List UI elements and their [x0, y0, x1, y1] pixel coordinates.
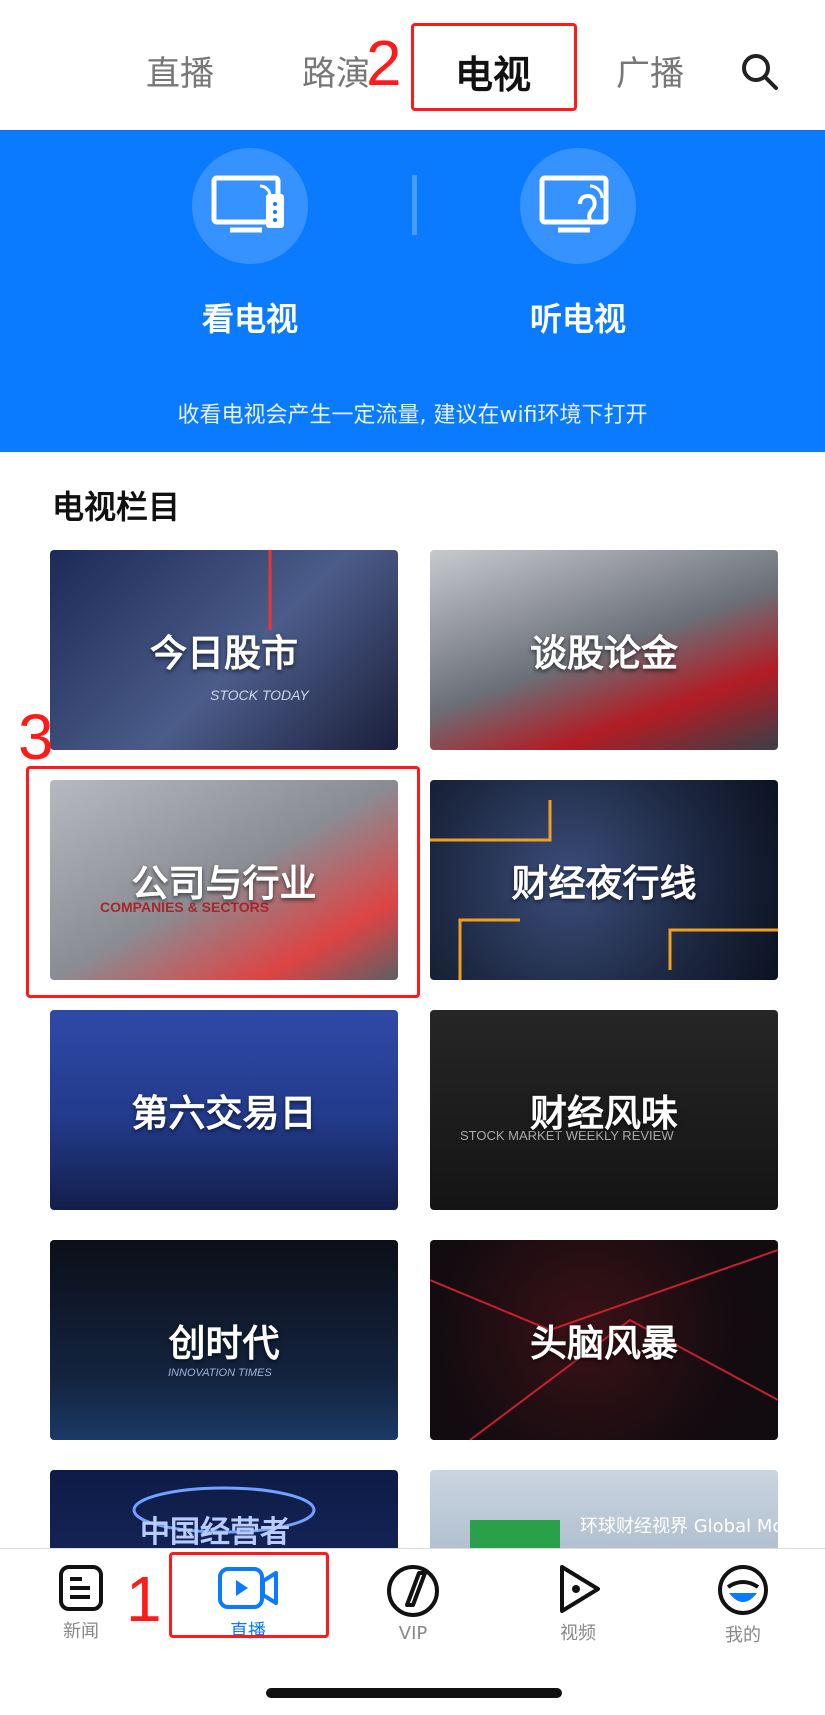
listen-tv-icon — [520, 148, 636, 264]
program-card[interactable]: STOCK TODAY 今日股市 — [50, 550, 398, 750]
section-title: 电视栏目 — [52, 488, 181, 526]
program-title: 头脑风暴 — [530, 1322, 678, 1365]
program-card[interactable]: STOCK MARKET WEEKLY REVIEW 财经风味 — [430, 1010, 778, 1210]
program-card[interactable]: 头脑风暴 — [430, 1240, 778, 1440]
program-art-text: 环球财经视界 Global Money — [580, 1516, 778, 1537]
tabbar-label: 视频 — [560, 1623, 596, 1644]
program-card[interactable]: 财经夜行线 — [430, 780, 778, 980]
tv-banner: 看电视 听电视 收看电视会产生一定流量, 建议在wifi环境下打开 — [0, 130, 825, 452]
tab-radio[interactable]: 广播 — [616, 46, 684, 95]
annotation-number-3: 3 — [18, 701, 54, 773]
watch-tv-icon — [192, 148, 308, 264]
listen-tv-label: 听电视 — [529, 300, 626, 338]
annotation-number-1: 1 — [126, 1563, 162, 1635]
profile-icon — [718, 1565, 768, 1615]
program-art-text: 中国经营者 — [140, 1515, 290, 1550]
video-play-icon — [560, 1565, 600, 1613]
program-title: 财经夜行线 — [511, 862, 697, 905]
tabbar-label: 新闻 — [63, 1621, 99, 1642]
annotation-number-2: 2 — [366, 27, 402, 99]
listen-tv-button[interactable]: 听电视 — [488, 148, 668, 340]
data-usage-note: 收看电视会产生一定流量, 建议在wifi环境下打开 — [177, 403, 648, 428]
tab-roadshow[interactable]: 路演 — [302, 46, 370, 95]
program-card[interactable]: INNOVATION TIMES 创时代 — [50, 1240, 398, 1440]
program-card[interactable]: 谈股论金 — [430, 550, 778, 750]
vip-icon — [387, 1565, 439, 1617]
search-icon[interactable] — [740, 52, 780, 92]
tab-live[interactable]: 直播 — [146, 46, 214, 95]
watch-tv-button[interactable]: 看电视 — [160, 148, 340, 340]
tabbar-item-news[interactable]: 新闻 — [21, 1563, 141, 1643]
program-title: 今日股市 — [150, 632, 298, 675]
tabbar-label: VIP — [398, 1623, 428, 1644]
program-title: 财经风味 — [530, 1092, 678, 1135]
tabbar-item-video[interactable]: 视频 — [518, 1563, 638, 1645]
program-card[interactable]: 第六交易日 — [50, 1010, 398, 1210]
annotation-box-tv-tab — [411, 23, 577, 111]
home-indicator — [266, 1688, 562, 1698]
program-title: 创时代 — [168, 1322, 280, 1365]
watch-tv-label: 看电视 — [201, 300, 298, 338]
program-title: 谈股论金 — [530, 632, 678, 675]
news-icon — [59, 1565, 103, 1611]
banner-divider — [412, 175, 417, 235]
annotation-box-program — [26, 766, 420, 998]
tabbar-item-vip[interactable]: VIP — [353, 1563, 473, 1644]
tabbar-label: 我的 — [725, 1625, 761, 1646]
program-title: 第六交易日 — [131, 1092, 317, 1135]
annotation-box-live-tab — [169, 1552, 329, 1638]
tabbar-item-profile[interactable]: 我的 — [683, 1563, 803, 1647]
